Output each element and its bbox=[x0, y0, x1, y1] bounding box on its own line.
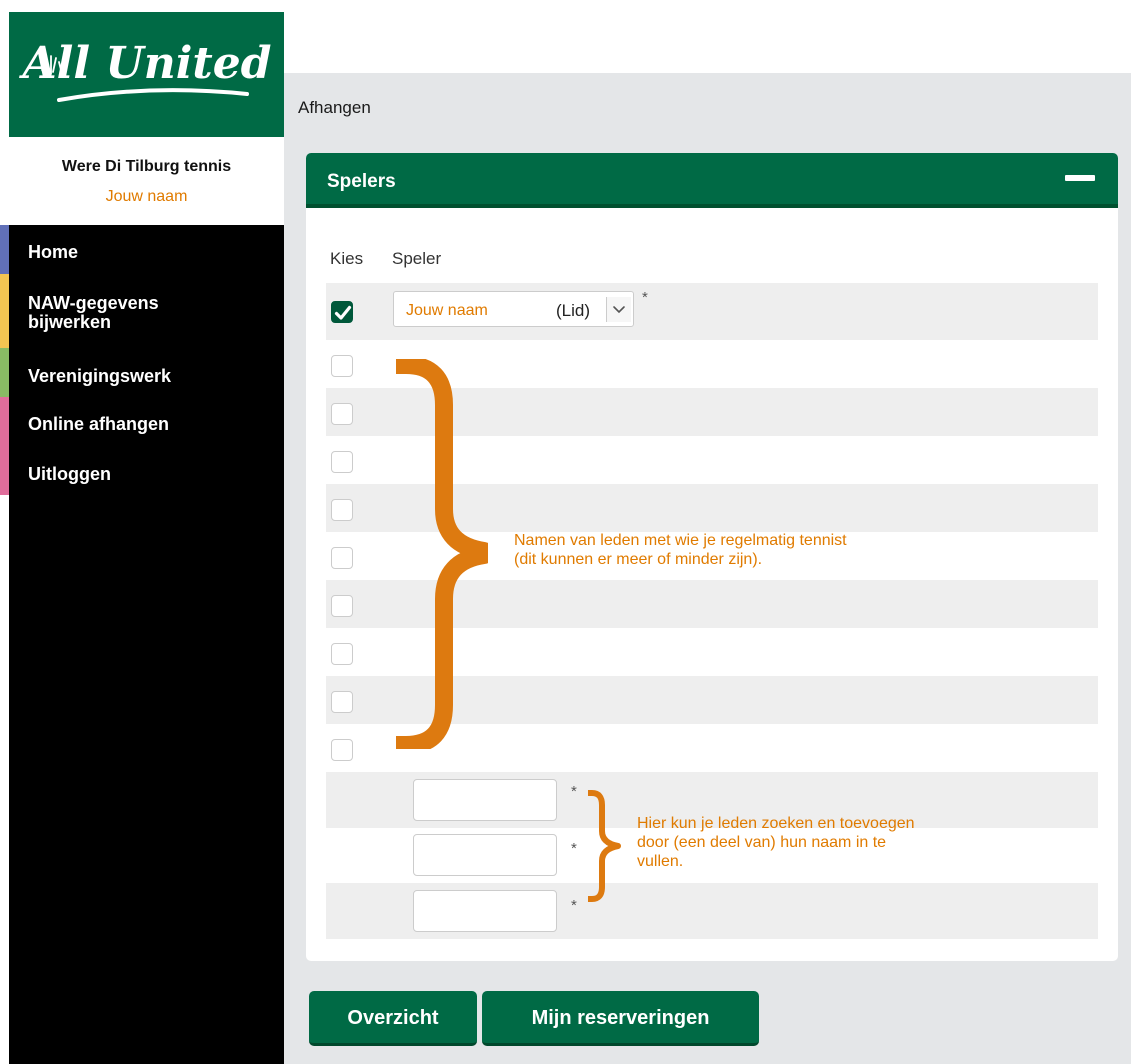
player-checkbox[interactable] bbox=[331, 451, 353, 473]
search-annotation: Hier kun je leden zoeken en toevoegen do… bbox=[637, 814, 915, 871]
column-header-player: Speler bbox=[392, 249, 442, 268]
overview-button[interactable]: Overzicht bbox=[309, 991, 477, 1046]
logo-text: All United bbox=[18, 38, 271, 89]
nav-item-home[interactable]: Home bbox=[9, 243, 284, 262]
nav-item-verenigingswerk[interactable]: Verenigingswerk bbox=[9, 367, 284, 386]
search-annotation-line: door (een deel van) hun naam in te bbox=[637, 834, 887, 851]
nav-strip-home bbox=[0, 225, 9, 274]
panel-title: Spelers bbox=[327, 171, 396, 192]
required-mark: * bbox=[571, 897, 577, 914]
selected-player-name: Jouw naam bbox=[406, 302, 488, 319]
required-mark: * bbox=[642, 289, 648, 306]
organization-name: Were Di Tilburg tennis bbox=[61, 158, 232, 175]
player-checkbox[interactable] bbox=[331, 739, 353, 761]
members-annotation-line: Namen van leden met wie je regelmatig te… bbox=[514, 532, 847, 549]
checkmark-icon bbox=[334, 305, 352, 320]
search-member-input[interactable] bbox=[413, 779, 557, 821]
search-member-input[interactable] bbox=[413, 834, 557, 876]
player-checkbox[interactable] bbox=[331, 355, 353, 377]
logo-mark: All United bbox=[18, 38, 272, 102]
player-checkbox[interactable] bbox=[331, 643, 353, 665]
brace-annotation-icon bbox=[588, 790, 621, 902]
members-annotation: Namen van leden met wie je regelmatig te… bbox=[514, 531, 847, 569]
all-united-logo[interactable]: All United bbox=[9, 12, 284, 137]
player-checkbox[interactable] bbox=[331, 691, 353, 713]
panel-header: Spelers bbox=[306, 153, 1118, 208]
players-panel: Spelers Kies Speler Jouw naam (Lid) * * … bbox=[306, 153, 1118, 961]
chevron-down-icon[interactable] bbox=[606, 297, 631, 322]
search-member-input[interactable] bbox=[413, 890, 557, 932]
column-header-choose: Kies bbox=[330, 249, 364, 268]
search-annotation-line: vullen. bbox=[637, 853, 684, 870]
player-checkbox[interactable] bbox=[331, 403, 353, 425]
sidebar: All United Were Di Tilburg tennis Jouw n… bbox=[0, 12, 284, 1064]
page-title: Afhangen bbox=[298, 98, 371, 117]
nav-strip-online-afhangen bbox=[0, 397, 9, 446]
player-checkbox[interactable] bbox=[331, 547, 353, 569]
nav-item-naw-gegevens[interactable]: NAW-gegevens bijwerken bbox=[9, 294, 209, 332]
nav-strip-naw bbox=[0, 274, 9, 348]
selected-player-type: (Lid) bbox=[556, 301, 591, 320]
player-row: Jouw naam (Lid) * bbox=[326, 283, 1098, 340]
collapse-button[interactable] bbox=[1065, 175, 1095, 181]
nav-item-uitloggen[interactable]: Uitloggen bbox=[9, 465, 284, 484]
brace-annotation-icon bbox=[396, 359, 488, 749]
player-checkbox[interactable] bbox=[331, 595, 353, 617]
my-reservations-button[interactable]: Mijn reserveringen bbox=[482, 991, 759, 1046]
nav-strip-uitloggen bbox=[0, 446, 9, 495]
search-row: * bbox=[326, 883, 1098, 939]
organization-block: Were Di Tilburg tennis Jouw naam bbox=[9, 137, 284, 225]
nav-strip-verenigingswerk bbox=[0, 348, 9, 397]
required-mark: * bbox=[571, 840, 577, 857]
player-checkbox-checked[interactable] bbox=[331, 301, 353, 323]
nav-item-online-afhangen[interactable]: Online afhangen bbox=[9, 415, 284, 434]
player-checkbox[interactable] bbox=[331, 499, 353, 521]
player-select[interactable]: Jouw naam (Lid) bbox=[393, 291, 634, 327]
search-annotation-line: Hier kun je leden zoeken en toevoegen bbox=[637, 815, 915, 832]
required-mark: * bbox=[571, 783, 577, 800]
user-name[interactable]: Jouw naam bbox=[9, 188, 284, 206]
members-annotation-line: (dit kunnen er meer of minder zijn). bbox=[514, 551, 763, 568]
main-content: Afhangen Spelers Kies Speler Jouw naam (… bbox=[284, 73, 1131, 1064]
